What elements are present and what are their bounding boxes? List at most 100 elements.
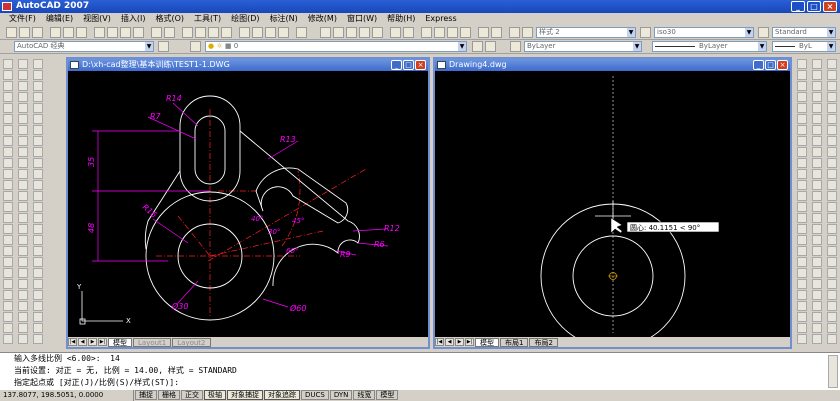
drawing-window-test1[interactable]: D:\xh-cad整理\基本训练\TEST1-1.DWG _ □ × R14 R… <box>66 57 430 349</box>
move-icon[interactable] <box>827 202 837 212</box>
tab-last-icon[interactable]: ▶| <box>98 338 107 346</box>
insert-block-icon[interactable] <box>3 180 13 190</box>
distance-icon[interactable] <box>478 27 489 38</box>
arc-icon[interactable] <box>3 334 13 344</box>
ellipse-icon[interactable] <box>3 158 13 168</box>
gradient-icon[interactable] <box>18 158 28 168</box>
redo-icon[interactable] <box>164 27 175 38</box>
offset-icon[interactable] <box>812 246 822 256</box>
dim-diameter-icon[interactable] <box>359 27 370 38</box>
join-icon[interactable] <box>827 290 837 300</box>
extend-icon[interactable] <box>812 103 822 113</box>
color-swatch-icon[interactable] <box>510 41 521 52</box>
dim-style-icon[interactable] <box>640 27 651 38</box>
menu-format[interactable]: 格式(O) <box>150 13 189 25</box>
plot-icon[interactable] <box>50 27 61 38</box>
hatch-icon[interactable] <box>434 27 445 38</box>
table-style-icon[interactable] <box>758 27 769 38</box>
tab-prev-icon[interactable]: ◀ <box>78 338 87 346</box>
grid-toggle[interactable]: 栅格 <box>158 390 180 400</box>
spline-icon[interactable] <box>18 301 28 311</box>
mirror-icon[interactable] <box>812 235 822 245</box>
fillet-icon[interactable] <box>797 224 807 234</box>
doc-minimize-button-right[interactable]: _ <box>753 60 764 70</box>
make-block-icon[interactable] <box>33 279 43 289</box>
point-icon[interactable] <box>3 202 13 212</box>
doc-close-button-right[interactable]: × <box>777 60 788 70</box>
rectangle-icon[interactable] <box>3 323 13 333</box>
chamfer-icon[interactable] <box>797 213 807 223</box>
doc-minimize-button[interactable]: _ <box>391 60 402 70</box>
polyline-icon[interactable] <box>3 81 13 91</box>
revision-cloud-icon[interactable] <box>18 70 28 80</box>
array-icon[interactable] <box>797 323 807 333</box>
erase-icon[interactable] <box>812 213 822 223</box>
ellipse-arc-icon[interactable] <box>33 257 43 267</box>
snap-midpoint-icon[interactable] <box>797 257 807 267</box>
circle-icon[interactable] <box>18 279 28 289</box>
join-icon[interactable] <box>827 70 837 80</box>
gradient-icon[interactable] <box>33 92 43 102</box>
polyline-icon[interactable] <box>3 301 13 311</box>
rectangle-icon[interactable] <box>3 103 13 113</box>
break-icon[interactable] <box>827 59 837 69</box>
multiline-text-icon[interactable] <box>33 125 43 135</box>
extend-icon[interactable] <box>827 257 837 267</box>
snap-endpoint-icon[interactable] <box>827 334 837 344</box>
polygon-icon[interactable] <box>18 246 28 256</box>
tab-layout2-right[interactable]: 布局2 <box>529 337 558 347</box>
hatch-icon[interactable] <box>18 147 28 157</box>
break-icon[interactable] <box>812 125 822 135</box>
menu-insert[interactable]: 插入(I) <box>116 13 151 25</box>
menu-file[interactable]: 文件(F) <box>4 13 41 25</box>
linetype-select[interactable]: ByLayer ▼ <box>652 41 767 52</box>
array-icon[interactable] <box>827 191 837 201</box>
polygon-icon[interactable] <box>33 180 43 190</box>
object-snap-icon[interactable] <box>33 136 43 146</box>
multiline-text-icon[interactable] <box>3 257 13 267</box>
snap-endpoint-icon[interactable] <box>827 114 837 124</box>
snap-center-icon[interactable] <box>797 268 807 278</box>
snap-endpoint-icon[interactable] <box>812 180 822 190</box>
offset-icon[interactable] <box>827 180 837 190</box>
tab-layout1[interactable]: Layout1 <box>133 337 172 347</box>
make-block-icon[interactable] <box>18 125 28 135</box>
layer-select[interactable]: ● ☼ ■ 0 ▼ <box>205 41 467 52</box>
break-at-point-icon[interactable] <box>797 180 807 190</box>
table-icon[interactable] <box>3 246 13 256</box>
snap-endpoint-icon[interactable] <box>797 246 807 256</box>
maximize-button[interactable]: □ <box>807 1 821 12</box>
command-scrollbar[interactable] <box>828 355 838 388</box>
tab-first-icon-right[interactable]: |◀ <box>435 338 444 346</box>
revision-cloud-icon[interactable] <box>33 224 43 234</box>
menu-help[interactable]: 帮助(H) <box>382 13 420 25</box>
circle-icon[interactable] <box>3 125 13 135</box>
menu-view[interactable]: 视图(V) <box>78 13 116 25</box>
lineweight-select[interactable]: ByL ▼ <box>772 41 836 52</box>
chamfer-icon[interactable] <box>827 301 837 311</box>
point-icon[interactable] <box>33 70 43 80</box>
fillet-icon[interactable] <box>827 312 837 322</box>
break-icon[interactable] <box>797 191 807 201</box>
move-icon[interactable] <box>812 268 822 278</box>
lineweight-toggle[interactable]: 线宽 <box>353 390 376 400</box>
menu-modify[interactable]: 修改(M) <box>303 13 342 25</box>
cut-icon[interactable] <box>94 27 105 38</box>
trim-icon[interactable] <box>797 158 807 168</box>
object-snap-icon[interactable] <box>3 268 13 278</box>
explode-icon[interactable] <box>812 169 822 179</box>
dim-angular-icon[interactable] <box>372 27 383 38</box>
extend-icon[interactable] <box>812 323 822 333</box>
revision-cloud-icon[interactable] <box>3 136 13 146</box>
table-icon[interactable] <box>421 27 432 38</box>
construction-line-icon[interactable] <box>33 158 43 168</box>
spline-icon[interactable] <box>33 235 43 245</box>
model-toggle[interactable]: 模型 <box>376 390 399 400</box>
zoom-realtime-icon[interactable] <box>195 27 206 38</box>
scale-icon[interactable] <box>812 290 822 300</box>
tab-next-icon-right[interactable]: ▶ <box>455 338 464 346</box>
snap-midpoint-icon[interactable] <box>827 125 837 135</box>
tab-last-icon-right[interactable]: ▶| <box>465 338 474 346</box>
copy-icon[interactable] <box>827 158 837 168</box>
line-icon[interactable] <box>3 279 13 289</box>
